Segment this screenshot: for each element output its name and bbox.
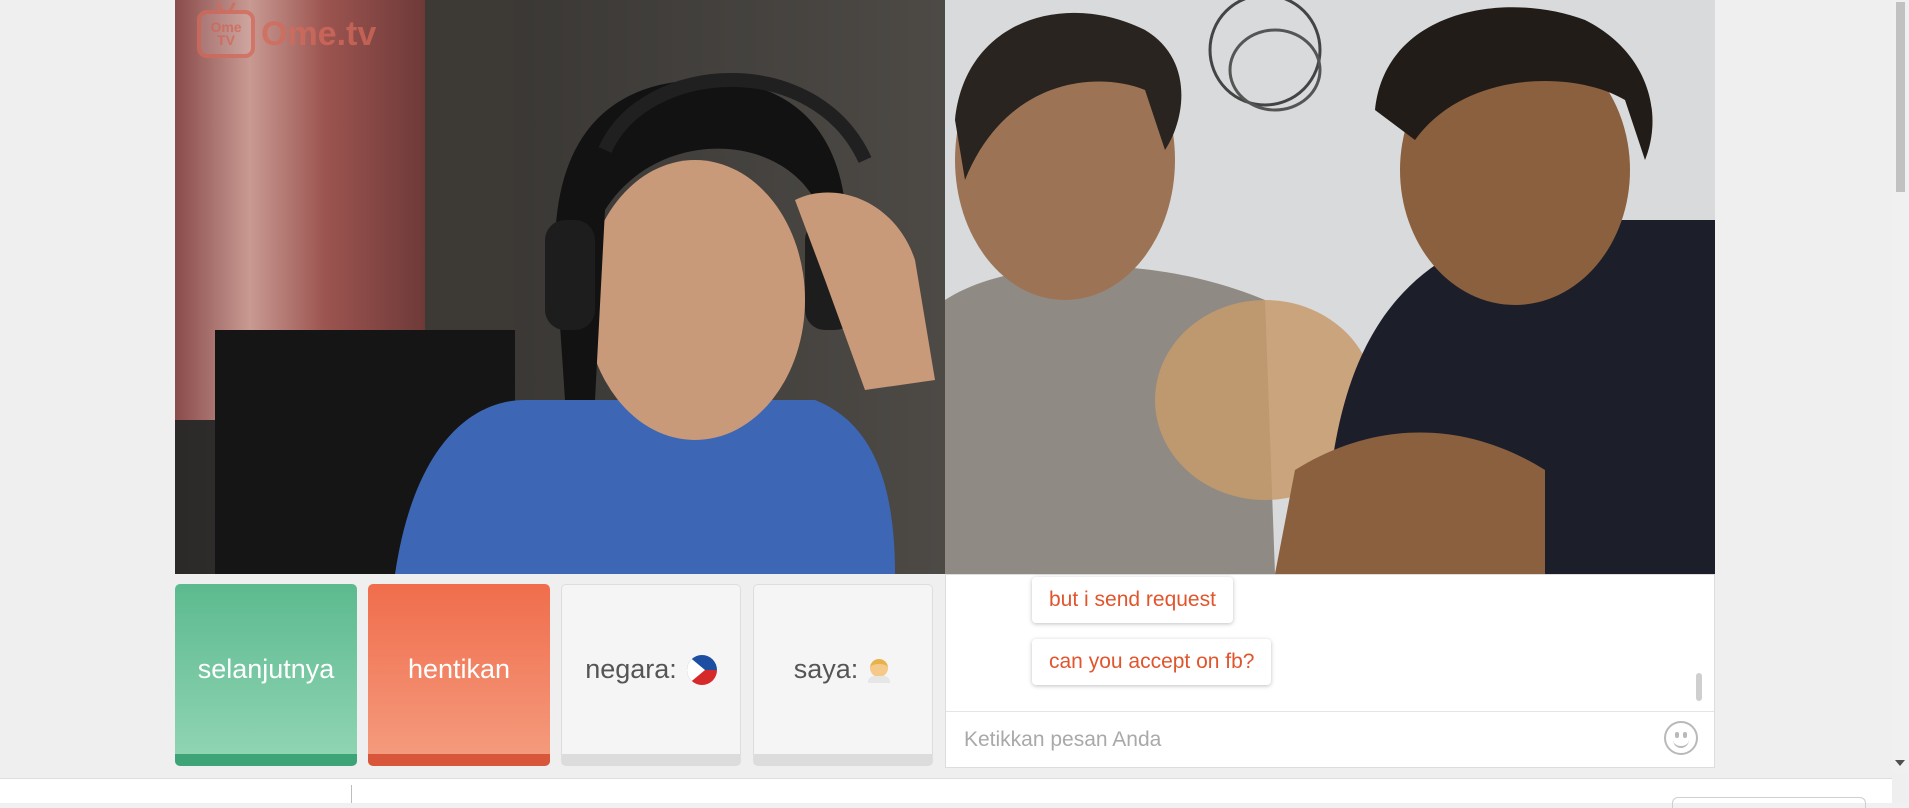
chat-input-row xyxy=(946,711,1714,768)
chat-message: but i send request xyxy=(1032,577,1233,623)
stop-button-label: hentikan xyxy=(407,653,511,684)
logo-badge-bottom: TV xyxy=(217,32,235,48)
page-scroll-thumb[interactable] xyxy=(1896,2,1905,192)
tv-logo-icon: Ome TV xyxy=(197,10,255,58)
logo-text: Ome.tv xyxy=(261,14,377,53)
scroll-down-arrow-icon[interactable] xyxy=(1895,760,1905,766)
next-button-label: selanjutnya xyxy=(197,653,335,684)
chat-scrollbar[interactable] xyxy=(1696,673,1702,701)
country-label: negara: xyxy=(585,654,677,684)
footer-divider xyxy=(351,785,352,803)
philippines-flag-icon xyxy=(686,654,717,685)
me-label: saya: xyxy=(793,654,859,684)
remote-video xyxy=(945,0,1715,574)
stop-button[interactable]: hentikan xyxy=(368,584,550,766)
ometv-logo[interactable]: Ome TV Ome.tv xyxy=(197,10,376,58)
male-avatar-icon xyxy=(866,657,892,683)
smiley-icon[interactable] xyxy=(1664,721,1698,755)
footer-box[interactable] xyxy=(1672,797,1866,808)
local-video: Ome TV Ome.tv xyxy=(175,0,945,574)
chat-message: can you accept on fb? xyxy=(1032,639,1272,685)
message-input[interactable] xyxy=(962,712,1646,768)
page-scrollbar[interactable] xyxy=(1892,0,1909,774)
local-video-frame xyxy=(175,0,945,574)
remote-video-frame xyxy=(945,0,1715,574)
gender-button[interactable]: saya: xyxy=(753,584,933,766)
chat-panel: but i send request can you accept on fb? xyxy=(945,574,1715,768)
footer-strip xyxy=(0,778,1892,808)
country-filter-button[interactable]: negara: xyxy=(561,584,741,766)
next-button[interactable]: selanjutnya xyxy=(175,584,357,766)
